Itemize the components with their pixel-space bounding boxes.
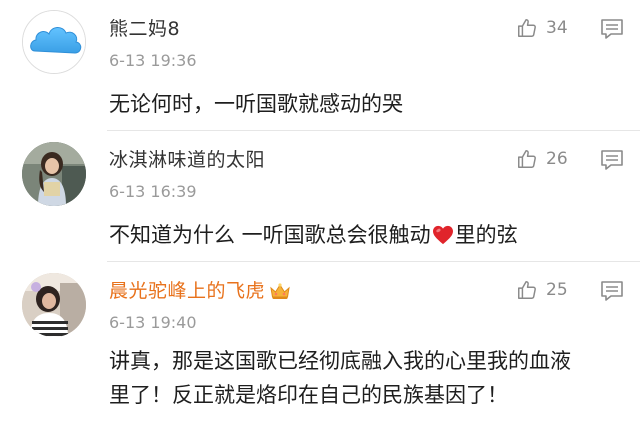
timestamp: 6-13 19:40 xyxy=(109,313,197,332)
like-button[interactable]: 34 xyxy=(516,16,568,40)
cloud-avatar-icon xyxy=(23,11,85,73)
timestamp: 6-13 16:39 xyxy=(109,182,197,201)
photo-avatar-icon xyxy=(22,273,86,337)
comment-text: 无论何时，一听国歌就感动的哭 xyxy=(109,92,403,116)
avatar[interactable] xyxy=(22,273,86,337)
comment-item: 冰淇淋味道的太阳 6-13 16:39 26 不知道为什么 一听国歌总会很触动 … xyxy=(0,131,640,261)
thumbs-up-icon xyxy=(518,150,536,168)
username[interactable]: 晨光驼峰上的飞虎 xyxy=(109,276,291,303)
crown-icon xyxy=(270,283,290,299)
like-button[interactable]: 25 xyxy=(516,278,568,302)
girl-photo-avatar-icon xyxy=(22,142,86,206)
comment-reply-icon xyxy=(601,19,623,39)
username-label: 晨光驼峰上的飞虎 xyxy=(109,280,266,302)
reply-button[interactable] xyxy=(600,18,624,44)
thumbs-up-icon xyxy=(518,281,536,299)
reply-button[interactable] xyxy=(600,149,624,175)
comment-text-line: 讲真，那是这国歌已经彻底融入我的心里我的血液 xyxy=(109,349,571,373)
like-count: 26 xyxy=(546,149,568,169)
avatar[interactable] xyxy=(22,10,86,74)
reply-button[interactable] xyxy=(600,280,624,306)
comment-text: 不知道为什么 一听国歌总会很触动 里的弦 xyxy=(109,218,629,252)
comment-item: 晨光驼峰上的飞虎 6-13 19:40 25 讲真，那是这国歌已经彻底融入我的心… xyxy=(0,262,640,427)
comment-text-part: 里的弦 xyxy=(454,223,518,247)
username[interactable]: 冰淇淋味道的太阳 xyxy=(109,145,265,172)
comment-item: 熊二妈8 6-13 19:36 34 无论何时，一听国歌就感动的哭 xyxy=(0,0,640,130)
comment-feed: 熊二妈8 6-13 19:36 34 无论何时，一听国歌就感动的哭 冰淇淋味道的… xyxy=(0,0,640,427)
like-count: 34 xyxy=(546,18,568,38)
timestamp: 6-13 19:36 xyxy=(109,51,197,70)
avatar[interactable] xyxy=(22,142,86,206)
comment-text-part: 不知道为什么 一听国歌总会很触动 xyxy=(109,223,431,247)
comment-reply-icon xyxy=(601,150,623,170)
heart-emoji-icon xyxy=(432,225,453,245)
comment-reply-icon xyxy=(601,281,623,301)
username[interactable]: 熊二妈8 xyxy=(109,14,180,41)
comment-text-line: 里了！反正就是烙印在自己的民族基因了！ xyxy=(109,383,508,407)
thumbs-up-icon xyxy=(518,19,536,37)
comment-text: 讲真，那是这国歌已经彻底融入我的心里我的血液 里了！反正就是烙印在自己的民族基因… xyxy=(109,344,629,412)
like-button[interactable]: 26 xyxy=(516,147,568,171)
like-count: 25 xyxy=(546,280,568,300)
